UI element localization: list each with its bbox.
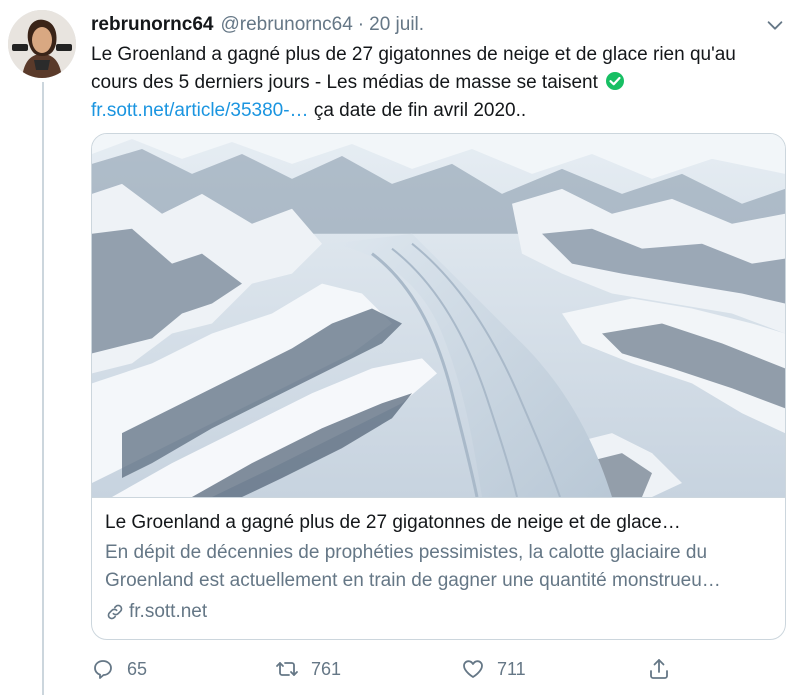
- tweet-date[interactable]: 20 juil.: [369, 14, 424, 36]
- separator-dot: ·: [357, 14, 365, 35]
- user-handle[interactable]: @rebrunornc64: [220, 14, 352, 36]
- card-body: Le Groenland a gagné plus de 27 gigatonn…: [105, 510, 775, 625]
- reply-count: 65: [127, 658, 148, 679]
- avatar-image: [8, 10, 76, 78]
- card-description: En dépit de décennies de prophéties pess…: [105, 542, 721, 591]
- tweet-link[interactable]: fr.sott.net/article/35380-…: [91, 100, 309, 121]
- share-icon: [650, 659, 668, 679]
- retweet-icon: [276, 662, 298, 676]
- tweet-header: rebrunornc64 @rebrunornc64 · 20 juil.: [91, 13, 424, 37]
- tweet-actions: 65 761 711: [91, 654, 691, 684]
- card-image[interactable]: [92, 134, 785, 498]
- heart-icon: [463, 660, 483, 678]
- share-button[interactable]: [647, 654, 683, 684]
- like-button[interactable]: 711: [461, 654, 526, 684]
- retweet-button[interactable]: 761: [275, 654, 341, 684]
- card-domain: fr.sott.net: [105, 599, 775, 625]
- card-domain-text: fr.sott.net: [129, 601, 208, 622]
- reply-icon: [94, 660, 112, 679]
- tweet-text-tail: ça date de fin avril 2020..: [308, 100, 527, 121]
- avatar[interactable]: [8, 10, 76, 78]
- reply-button[interactable]: 65: [91, 654, 147, 684]
- link-icon: [107, 604, 123, 620]
- display-name[interactable]: rebrunornc64: [91, 14, 213, 36]
- tweet-text-main: Le Groenland a gagné plus de 27 gigatonn…: [91, 44, 736, 93]
- card-title: Le Groenland a gagné plus de 27 gigatonn…: [105, 512, 681, 533]
- thread-line: [42, 82, 44, 695]
- link-card[interactable]: Le Groenland a gagné plus de 27 gigatonn…: [91, 133, 786, 640]
- tweet-text: Le Groenland a gagné plus de 27 gigatonn…: [91, 41, 787, 125]
- chevron-down-icon[interactable]: [764, 14, 786, 36]
- check-circle-icon: [605, 71, 625, 91]
- like-count: 711: [497, 658, 526, 679]
- retweet-count: 761: [311, 658, 342, 679]
